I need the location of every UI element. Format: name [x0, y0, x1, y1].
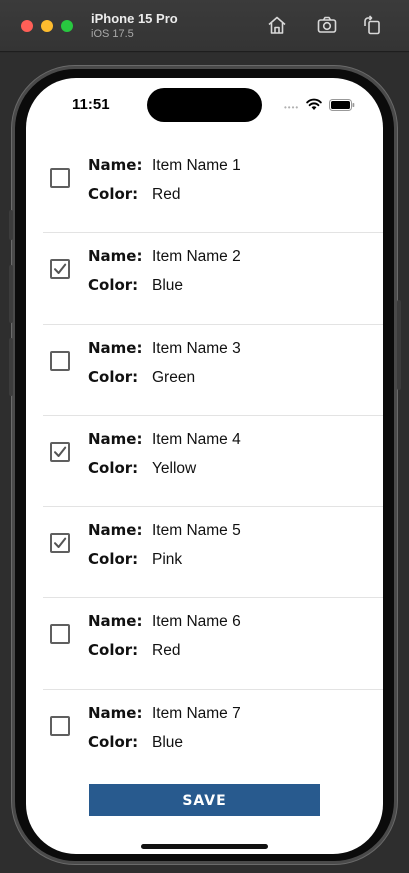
checkmark-icon	[54, 446, 67, 457]
list-item: Name: Item Name 4 Color: Yellow	[43, 416, 383, 508]
os-version: iOS 17.5	[91, 28, 134, 40]
volume-up-button	[9, 265, 13, 323]
item-name-field: Name: Item Name 1	[88, 156, 241, 175]
dynamic-island	[147, 88, 262, 122]
item-color-value: Red	[152, 642, 181, 660]
item-name-value: Item Name 4	[152, 430, 241, 448]
item-name-value: Item Name 1	[152, 157, 241, 174]
item-name-value: Item Name 7	[152, 704, 241, 722]
item-color-field: Color: Red	[88, 185, 180, 204]
color-label: Color:	[88, 641, 139, 660]
item-color-field: Color: Yellow	[88, 459, 196, 478]
color-label: Color:	[88, 276, 139, 295]
item-checkbox[interactable]	[50, 350, 70, 371]
item-color-field: Color: Green	[88, 368, 195, 387]
color-label: Color:	[88, 732, 139, 751]
volume-down-button	[9, 338, 13, 396]
screenshot-icon[interactable]	[316, 14, 338, 36]
item-checkbox[interactable]	[50, 533, 70, 554]
simulator-toolbar: iPhone 15 Pro iOS 17.5	[0, 0, 409, 52]
home-indicator	[141, 844, 268, 849]
name-label: Name:	[88, 521, 143, 540]
item-color-field: Color: Red	[88, 641, 180, 660]
list-item: Name: Item Name 2 Color: Blue	[43, 233, 383, 325]
checkmark-icon	[54, 263, 67, 275]
name-label: Name:	[88, 612, 143, 631]
list-item: Name: Item Name 3 Color: Green	[43, 325, 383, 416]
item-name-value: Item Name 5	[152, 522, 241, 540]
item-color-value: Blue	[152, 733, 184, 751]
item-checkbox[interactable]	[50, 168, 70, 188]
color-label: Color:	[88, 550, 139, 569]
rotate-icon[interactable]	[361, 14, 383, 36]
list-item: Name: Item Name 1 Color: Red	[43, 142, 383, 234]
checkmark-icon	[54, 537, 67, 549]
side-button	[397, 300, 401, 390]
item-checkbox[interactable]	[50, 259, 70, 280]
status-time: 11:51	[72, 96, 110, 113]
color-label: Color:	[88, 185, 139, 203]
wifi-icon	[306, 98, 322, 110]
phone-screen: 11:51 •••• Name: Item Name 1 Color: Red Na…	[26, 78, 383, 854]
item-name-value: Item Name 3	[152, 339, 241, 357]
item-name-field: Name: Item Name 4	[88, 430, 241, 449]
item-name-field: Name: Item Name 3	[88, 339, 241, 358]
item-name-field: Name: Item Name 2	[88, 247, 241, 266]
battery-icon	[329, 99, 355, 111]
name-label: Name:	[88, 703, 143, 722]
minimize-window-button[interactable]	[41, 20, 53, 32]
item-name-field: Name: Item Name 5	[88, 521, 241, 540]
item-checkbox[interactable]	[50, 624, 70, 645]
item-list: Name: Item Name 1 Color: Red Name: Item Nam…	[26, 142, 383, 781]
zoom-window-button[interactable]	[61, 20, 73, 32]
item-color-value: Green	[152, 368, 196, 386]
item-color-field: Color: Blue	[88, 276, 183, 295]
name-label: Name:	[88, 247, 143, 266]
item-color-field: Color: Blue	[88, 733, 183, 752]
device-name: iPhone 15 Pro	[91, 11, 178, 26]
home-icon[interactable]	[266, 14, 288, 36]
save-button[interactable]: SAVE	[89, 784, 320, 816]
item-checkbox[interactable]	[50, 441, 70, 462]
cellular-signal-icon: ••••	[284, 103, 300, 112]
name-label: Name:	[88, 338, 143, 357]
item-color-value: Pink	[152, 551, 183, 569]
list-item: Name: Item Name 7 Color: Blue	[43, 690, 383, 781]
name-label: Name:	[88, 429, 143, 448]
item-name-field: Name: Item Name 6	[88, 612, 241, 631]
list-item: Name: Item Name 5 Color: Pink	[43, 507, 383, 599]
name-label: Name:	[88, 156, 143, 174]
item-name-value: Item Name 2	[152, 248, 241, 266]
item-name-field: Name: Item Name 7	[88, 704, 241, 723]
item-name-value: Item Name 6	[152, 613, 241, 631]
close-window-button[interactable]	[21, 20, 33, 32]
item-color-value: Red	[152, 186, 181, 203]
action-button	[9, 210, 13, 240]
list-item: Name: Item Name 6 Color: Red	[43, 598, 383, 690]
color-label: Color:	[88, 458, 139, 477]
item-color-value: Yellow	[152, 459, 197, 477]
item-checkbox[interactable]	[50, 715, 70, 736]
color-label: Color:	[88, 367, 139, 386]
item-color-field: Color: Pink	[88, 550, 182, 569]
item-color-value: Blue	[152, 277, 184, 295]
